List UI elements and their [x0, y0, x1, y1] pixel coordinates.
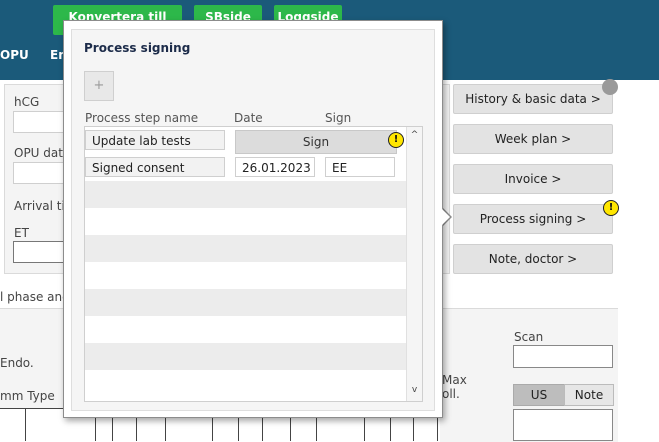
column-header-date: Date [234, 111, 263, 125]
table-row: Signed consent 26.01.2023 EE [85, 154, 407, 181]
scan-input[interactable] [513, 345, 613, 368]
scroll-up-icon[interactable]: ^ [409, 130, 420, 141]
hcg-label: hCG [14, 95, 40, 109]
process-signing-button[interactable]: Process signing > [453, 204, 613, 234]
table-row [85, 289, 407, 316]
date-cell[interactable]: 26.01.2023 [235, 157, 315, 177]
note-textarea[interactable] [513, 409, 613, 441]
table-row [85, 316, 407, 343]
week-plan-button[interactable]: Week plan > [453, 124, 613, 154]
sign-cell[interactable]: EE [325, 157, 395, 177]
table-row [85, 208, 407, 235]
foll-text: oll. [442, 387, 460, 401]
nav-opu[interactable]: OPU [0, 48, 29, 62]
phase-text: l phase and [0, 290, 70, 304]
scroll-down-icon[interactable]: v [409, 385, 420, 396]
endo-text: Endo. [0, 356, 34, 370]
step-name-cell: Update lab tests [85, 130, 225, 150]
warning-icon: ! [388, 132, 404, 148]
table-row [85, 235, 407, 262]
table-row [85, 370, 407, 397]
tab-note[interactable]: Note [564, 384, 614, 406]
opu-date-label: OPU date [14, 146, 71, 160]
sign-button[interactable]: Sign [235, 130, 397, 154]
invoice-button[interactable]: Invoice > [453, 164, 613, 194]
history-basic-data-button[interactable]: History & basic data > [453, 84, 613, 114]
scan-label: Scan [514, 330, 544, 344]
note-doctor-button[interactable]: Note, doctor > [453, 244, 613, 274]
popover-title: Process signing [84, 41, 191, 55]
status-dot-icon [602, 79, 618, 95]
et-label: ET [14, 226, 29, 240]
popover-content: Process signing + Process step name Date… [71, 29, 435, 411]
process-signing-popover: Process signing + Process step name Date… [63, 20, 443, 418]
tab-us[interactable]: US [513, 384, 565, 406]
popover-pointer-fill [440, 207, 450, 227]
process-steps-table: Update lab tests Sign ! Signed consent 2… [84, 126, 423, 402]
column-header-sign: Sign [325, 111, 352, 125]
table-row [85, 181, 407, 208]
add-step-button[interactable]: + [84, 71, 114, 101]
max-text: Max [442, 373, 467, 387]
step-name-cell: Signed consent [85, 157, 225, 177]
table-row: Update lab tests Sign ! [85, 127, 407, 154]
grid-line [25, 408, 26, 441]
table-row [85, 262, 407, 289]
mm-type-text: mm Type [0, 389, 55, 403]
table-scrollbar[interactable]: ^ v [406, 127, 422, 401]
warning-icon: ! [603, 200, 619, 216]
table-row [85, 343, 407, 370]
column-header-step: Process step name [85, 111, 199, 125]
